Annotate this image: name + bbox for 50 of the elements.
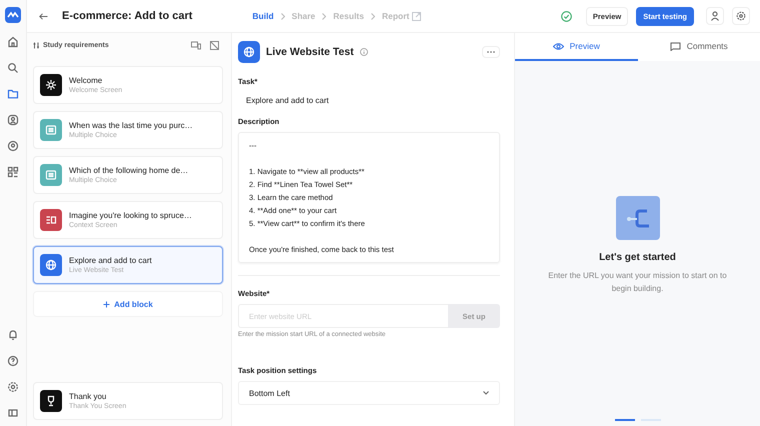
check-circle-icon: [560, 10, 572, 22]
empty-state-text: Enter the URL you want your mission to start on to begin building.: [547, 270, 728, 295]
preview-tab[interactable]: Preview: [515, 33, 638, 61]
folder-icon[interactable]: [6, 87, 20, 101]
context-block-icon: [40, 209, 62, 231]
chevron-icon: [371, 12, 375, 20]
study-title: E-commerce: Add to cart: [62, 10, 192, 22]
add-block-button[interactable]: Add block: [33, 291, 223, 317]
sliders-icon: [33, 42, 40, 49]
block-title: When was the last time you purc…: [69, 121, 193, 130]
block-title: Imagine you're looking to spruce…: [69, 211, 192, 220]
device-icon[interactable]: [191, 41, 201, 50]
website-block-icon: [40, 254, 62, 276]
info-icon[interactable]: [360, 48, 368, 56]
chevron-icon: [280, 12, 285, 20]
comment-icon: [670, 42, 681, 50]
chevron-icon: [322, 12, 326, 20]
empty-state-heading: Let's get started: [599, 252, 676, 263]
settings-icon[interactable]: [6, 380, 20, 394]
welcome-block-icon: [40, 74, 62, 96]
search-icon[interactable]: [6, 61, 20, 75]
block-title: Which of the following home de…: [69, 166, 188, 175]
preview-tab[interactable]: Comments: [638, 33, 760, 61]
app-logo[interactable]: [5, 7, 21, 23]
page-indicator[interactable]: [614, 419, 634, 421]
home-icon[interactable]: [6, 35, 20, 49]
choice-block-icon: [40, 119, 62, 141]
block-title: Thank you: [69, 392, 108, 401]
person-icon[interactable]: [6, 113, 20, 127]
image-off-icon[interactable]: [210, 41, 219, 50]
chevron-down-icon: [483, 391, 489, 395]
plus-icon: [103, 300, 110, 308]
block-title: Welcome: [69, 76, 104, 85]
grid-icon[interactable]: [6, 165, 20, 179]
block-heading: Live Website Test: [266, 46, 354, 58]
settings-icon[interactable]: [732, 7, 750, 25]
choice-block-icon: [40, 164, 62, 186]
chat-icon[interactable]: [6, 139, 20, 153]
external-link-icon: [412, 12, 422, 20]
block-title: Explore and add to cart: [69, 256, 152, 265]
trophy-icon: [40, 390, 62, 412]
globe-icon: [238, 41, 260, 63]
step-tab[interactable]: Build: [252, 11, 274, 21]
back-arrow-icon[interactable]: [39, 12, 48, 20]
task-field[interactable]: Explore and add to cart: [238, 92, 337, 117]
help-icon[interactable]: [6, 354, 20, 368]
eye-icon: [552, 42, 564, 50]
connector-illustration: [616, 196, 660, 240]
user-icon[interactable]: [706, 7, 724, 25]
position-dropdown[interactable]: Bottom Left: [238, 381, 500, 405]
